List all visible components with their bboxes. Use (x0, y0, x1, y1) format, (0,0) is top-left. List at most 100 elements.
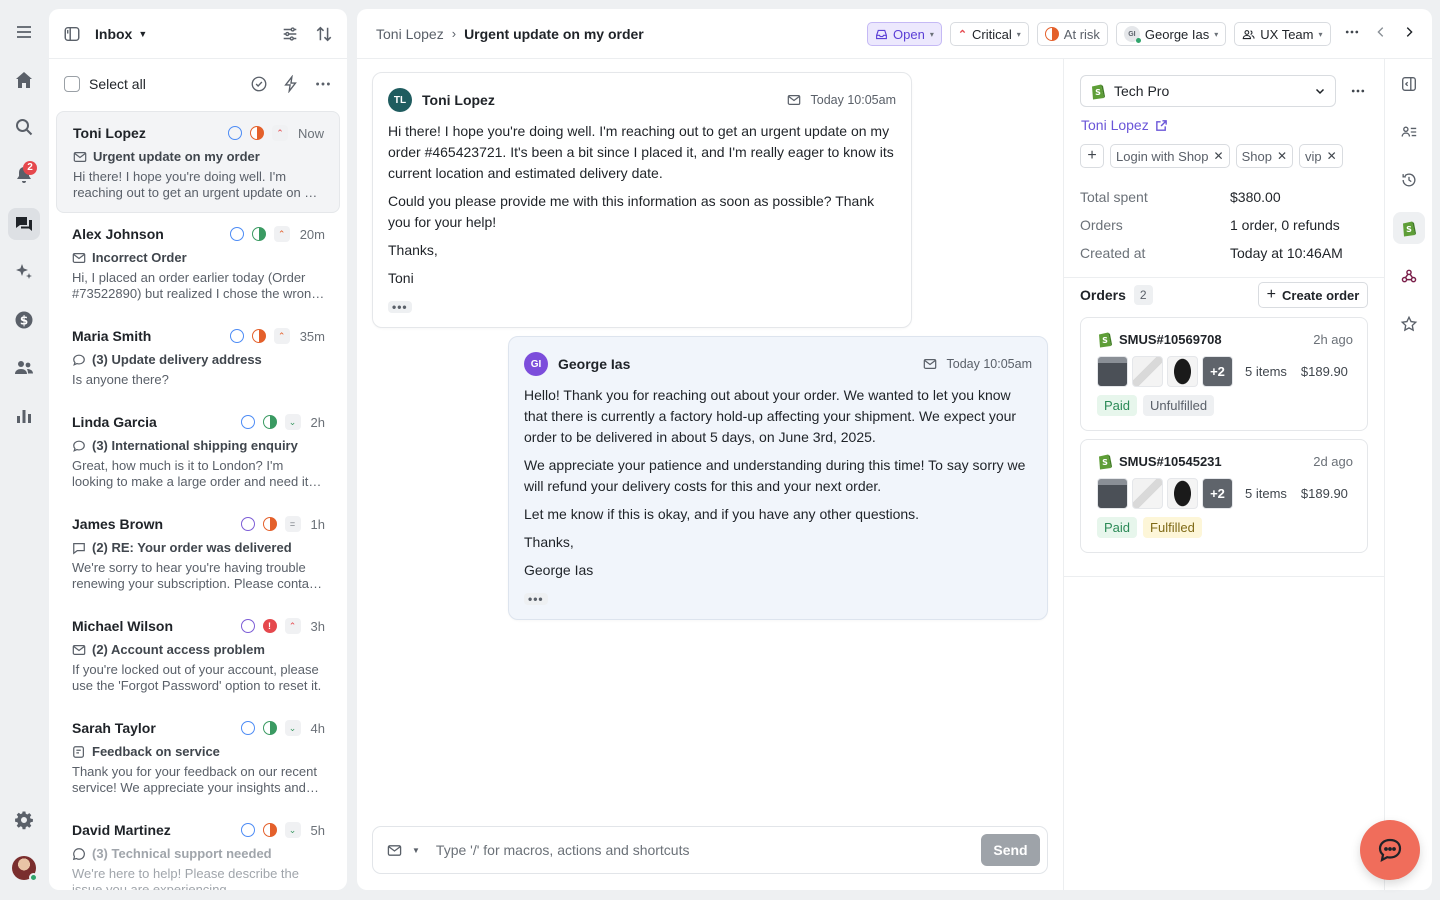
reply-input[interactable]: Type '/' for macros, actions and shortcu… (436, 842, 690, 858)
user-avatar[interactable] (12, 856, 38, 882)
conversation-time: 1h (310, 516, 325, 532)
home-icon[interactable] (8, 64, 40, 96)
expand-quoted-button[interactable]: ••• (388, 301, 412, 313)
conversation-item[interactable]: Linda Garcia ⌄ 2h (3) International ship… (56, 401, 340, 503)
conversations-icon[interactable] (8, 208, 40, 240)
previous-ticket-icon[interactable] (1374, 25, 1388, 42)
webhook-icon[interactable] (1393, 260, 1425, 292)
create-order-button[interactable]: + Create order (1258, 282, 1368, 308)
breached-alert-icon: ! (262, 619, 277, 633)
toggle-sidebar-icon[interactable] (63, 25, 81, 43)
team-dropdown[interactable]: UX Team ▾ (1234, 22, 1331, 46)
payment-status-badge: Paid (1097, 517, 1138, 538)
settings-gear-icon[interactable] (8, 804, 40, 836)
online-status-dot (29, 873, 38, 882)
customers-icon[interactable] (8, 352, 40, 384)
tag-label: vip (1305, 148, 1322, 164)
sla-clock-icon (240, 415, 255, 429)
next-ticket-icon[interactable] (1402, 25, 1416, 42)
orders-summary-value: 1 order, 0 refunds (1230, 217, 1340, 233)
send-button[interactable]: Send (981, 834, 1040, 866)
conversation-item[interactable]: Toni Lopez ⌃ Now Urgent update on my ord… (56, 111, 340, 213)
conversation-item[interactable]: David Martinez ⌄ 5h (3) Technical suppor… (56, 809, 340, 890)
plus-icon: + (1266, 286, 1277, 303)
store-dropdown[interactable]: S Tech Pro (1080, 75, 1336, 107)
priority-dropdown[interactable]: ⌃ Critical ▾ (949, 22, 1029, 46)
select-all-row: Select all (49, 59, 347, 109)
priority-critical-icon: ⌃ (284, 618, 301, 634)
support-chat-button[interactable] (1360, 820, 1420, 880)
message-paragraph: Hi there! I hope you're doing well. I'm … (388, 123, 894, 181)
fulfillment-status-badge: Fulfilled (1143, 517, 1202, 538)
billing-icon[interactable]: $ (8, 304, 40, 336)
shopify-integration-icon[interactable]: S (1393, 212, 1425, 244)
remove-tag-icon[interactable]: ✕ (1214, 149, 1224, 163)
conversation-item[interactable]: Michael Wilson ! ⌃ 3h (2) Account access… (56, 605, 340, 707)
conversation-subject: (2) RE: Your order was delivered (92, 540, 292, 555)
ai-sparkle-icon[interactable] (8, 256, 40, 288)
sla-status-icon (251, 227, 266, 241)
conversation-item[interactable]: Sarah Taylor ⌄ 4h Feedback on service Th… (56, 707, 340, 809)
menu-icon[interactable] (8, 16, 40, 48)
more-horizontal-icon[interactable] (1344, 24, 1360, 43)
email-channel-icon[interactable] (387, 843, 402, 858)
add-tag-button[interactable]: + (1080, 144, 1104, 168)
tag-label: Shop (1241, 148, 1272, 164)
collapse-panel-icon[interactable] (1393, 68, 1425, 100)
search-icon[interactable] (8, 111, 40, 143)
more-horizontal-icon[interactable] (1350, 83, 1366, 102)
customer-name-link[interactable]: Toni Lopez (1081, 117, 1168, 133)
priority-low-icon: ⌄ (284, 720, 301, 736)
lightning-icon[interactable] (282, 75, 300, 93)
shopify-icon: S (1092, 84, 1105, 100)
priority-low-icon: ⌄ (284, 822, 301, 838)
filter-icon[interactable] (281, 25, 299, 43)
integrations-bar: S (1384, 59, 1432, 890)
contact-name: James Brown (72, 516, 164, 532)
chat-bubble-icon (73, 354, 85, 366)
order-card[interactable]: S SMUS#10569708 2h ago +2 5 items $189.9… (1080, 317, 1368, 431)
star-icon[interactable] (1393, 308, 1425, 340)
priority-critical-icon: ⌃ (957, 28, 968, 41)
order-age: 2h ago (1313, 331, 1353, 347)
select-all-checkbox[interactable] (64, 76, 80, 92)
expand-quoted-button[interactable]: ••• (524, 593, 548, 605)
reply-composer[interactable]: ▼ Type '/' for macros, actions and short… (372, 826, 1048, 874)
inbox-dropdown[interactable]: Inbox (95, 26, 132, 42)
order-id: SMUS#10569708 (1119, 331, 1222, 347)
priority-medium-icon: = (284, 516, 301, 532)
conversation-item[interactable]: James Brown = 1h (2) RE: Your order was … (56, 503, 340, 605)
order-id: SMUS#10545231 (1119, 453, 1222, 469)
svg-text:S: S (1102, 458, 1108, 467)
history-icon[interactable] (1393, 164, 1425, 196)
contact-name: Alex Johnson (72, 226, 164, 242)
contact-card-icon[interactable] (1393, 116, 1425, 148)
order-card[interactable]: S SMUS#10545231 2d ago +2 5 items $189.9… (1080, 439, 1368, 553)
order-age: 2d ago (1313, 453, 1353, 469)
sla-status-icon (262, 721, 277, 735)
chevron-down-icon[interactable]: ▼ (138, 29, 147, 39)
divider (1064, 277, 1385, 278)
contact-name: Michael Wilson (72, 618, 174, 634)
more-horizontal-icon[interactable] (314, 75, 332, 93)
alarm-clock-icon (240, 619, 255, 633)
shopify-icon: S (1099, 454, 1112, 470)
mark-done-icon[interactable] (250, 75, 268, 93)
sla-chip[interactable]: At risk (1036, 22, 1108, 46)
chevron-down-icon[interactable]: ▼ (412, 846, 420, 855)
breadcrumb-contact[interactable]: Toni Lopez (376, 26, 444, 42)
reports-icon[interactable] (8, 400, 40, 432)
sort-icon[interactable] (315, 25, 333, 43)
assignee-dropdown[interactable]: GI George Ias ▾ (1115, 22, 1227, 46)
conversation-item[interactable]: Alex Johnson ⌃ 20m Incorrect Order Hi, I… (56, 213, 340, 315)
ticket-header: Toni Lopez › Urgent update on my order O… (357, 9, 1432, 59)
contact-name: Sarah Taylor (72, 720, 156, 736)
remove-tag-icon[interactable]: ✕ (1327, 149, 1337, 163)
total-spent-row: Total spent $380.00 (1080, 189, 1370, 205)
created-at-value: Today at 10:46AM (1230, 245, 1343, 261)
notifications-icon[interactable]: 2 (8, 159, 40, 191)
order-item-count: 5 items (1245, 486, 1287, 501)
ticket-panel: Toni Lopez › Urgent update on my order O… (357, 9, 1432, 890)
remove-tag-icon[interactable]: ✕ (1277, 149, 1287, 163)
status-dropdown[interactable]: Open ▾ (867, 22, 942, 46)
